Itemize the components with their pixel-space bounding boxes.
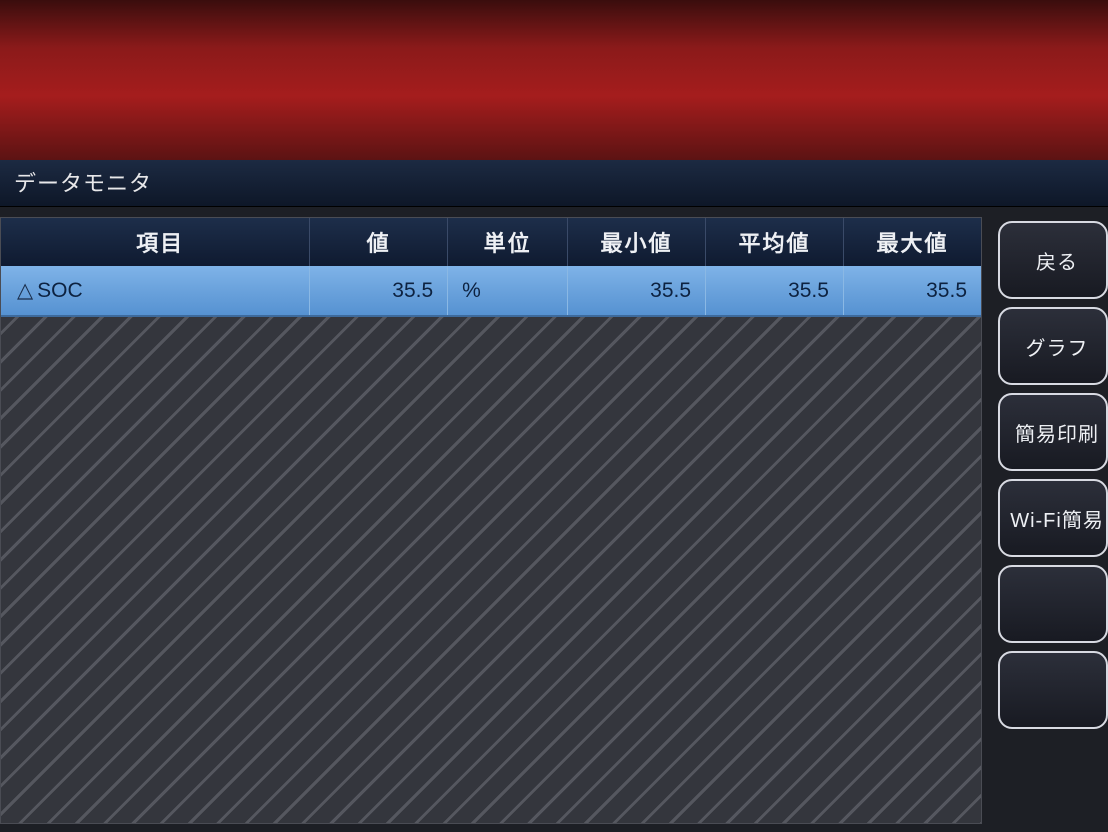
- graph-button[interactable]: グラフ: [998, 307, 1108, 385]
- table-header-row: 項目 値 単位 最小値 平均値 最大値: [1, 218, 981, 266]
- header-item: 項目: [1, 218, 310, 266]
- side-button-empty[interactable]: [998, 565, 1108, 643]
- cell-min: 35.5: [568, 266, 706, 316]
- side-button-panel: 戻る グラフ 簡易印刷 Wi-Fi簡易: [988, 207, 1108, 832]
- header-value: 値: [310, 218, 448, 266]
- cell-value: 35.5: [310, 266, 448, 316]
- cell-unit: %: [448, 266, 568, 316]
- cell-avg: 35.5: [706, 266, 844, 316]
- header-max: 最大値: [843, 218, 981, 266]
- header-avg: 平均値: [706, 218, 844, 266]
- page-title: データモニタ: [0, 160, 1108, 207]
- cell-item: △SOC: [1, 266, 310, 316]
- simple-print-button[interactable]: 簡易印刷: [998, 393, 1108, 471]
- device-bezel: [0, 0, 1108, 164]
- cell-item-label: SOC: [37, 279, 83, 302]
- back-button[interactable]: 戻る: [998, 221, 1108, 299]
- table-row[interactable]: △SOC 35.5 % 35.5 35.5 35.5: [1, 266, 981, 316]
- wifi-simple-button[interactable]: Wi-Fi簡易: [998, 479, 1108, 557]
- data-table: 項目 値 単位 最小値 平均値 最大値 △SOC: [1, 218, 981, 317]
- triangle-icon: △: [17, 278, 33, 303]
- cell-max: 35.5: [843, 266, 981, 316]
- header-min: 最小値: [568, 218, 706, 266]
- header-unit: 単位: [448, 218, 568, 266]
- side-button-empty[interactable]: [998, 651, 1108, 729]
- data-table-pane: 項目 値 単位 最小値 平均値 最大値 △SOC: [0, 217, 982, 824]
- screen: データモニタ 項目 値 単位 最小値 平均値 最大値: [0, 160, 1108, 832]
